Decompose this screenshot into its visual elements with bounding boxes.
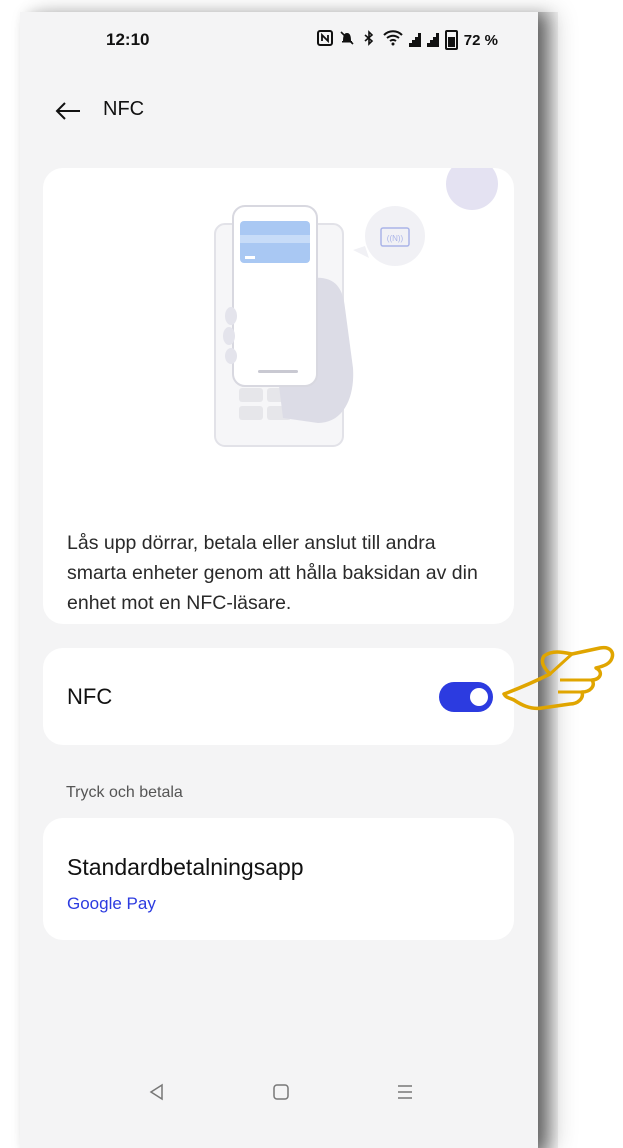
default-payment-app-row[interactable]: Standardbetalningsapp Google Pay — [43, 818, 514, 940]
signal-icon — [408, 33, 421, 47]
svg-text:((N)): ((N)) — [387, 234, 404, 243]
nav-recents-button[interactable] — [385, 1072, 425, 1112]
nfc-label: NFC — [67, 684, 113, 709]
section-header-tap-and-pay: Tryck och betala — [66, 784, 183, 801]
arrow-left-icon — [55, 102, 80, 120]
phone-screen: 12:10 72 % NFC ((N)) Lås upp dörrar, bet… — [20, 12, 538, 1148]
nfc-payment-illustration: ((N)) — [214, 168, 498, 447]
default-payment-app-value: Google Pay — [67, 894, 156, 913]
page-title: NFC — [103, 98, 145, 120]
bluetooth-icon — [361, 30, 377, 50]
intro-card: ((N)) Lås upp dörrar, betala eller anslu… — [43, 168, 514, 624]
battery-percent: 72 % — [463, 31, 498, 49]
battery-icon — [444, 30, 458, 50]
wifi-icon — [383, 30, 403, 50]
back-triangle-icon — [149, 1083, 163, 1101]
menu-lines-icon — [398, 1085, 412, 1099]
status-icons: 72 % — [316, 30, 498, 50]
mute-icon — [339, 30, 355, 50]
nav-back-button[interactable] — [137, 1072, 177, 1112]
pointing-hand-icon — [502, 645, 615, 711]
intro-description: Lås upp dörrar, betala eller anslut till… — [67, 531, 478, 614]
back-button[interactable] — [50, 96, 86, 126]
toggle-knob — [470, 688, 488, 706]
nfc-icon — [316, 30, 333, 50]
home-square-icon — [273, 1084, 289, 1100]
nfc-setting-row[interactable]: NFC — [43, 648, 514, 745]
status-bar: 12:10 72 % — [20, 30, 538, 54]
status-time: 12:10 — [106, 30, 150, 49]
default-payment-app-title: Standardbetalningsapp — [67, 854, 304, 880]
navigation-bar — [20, 1072, 538, 1132]
top-bar: NFC — [20, 96, 538, 136]
nfc-toggle[interactable] — [439, 682, 493, 712]
nav-home-button[interactable] — [261, 1072, 301, 1112]
signal-icon — [426, 33, 439, 47]
